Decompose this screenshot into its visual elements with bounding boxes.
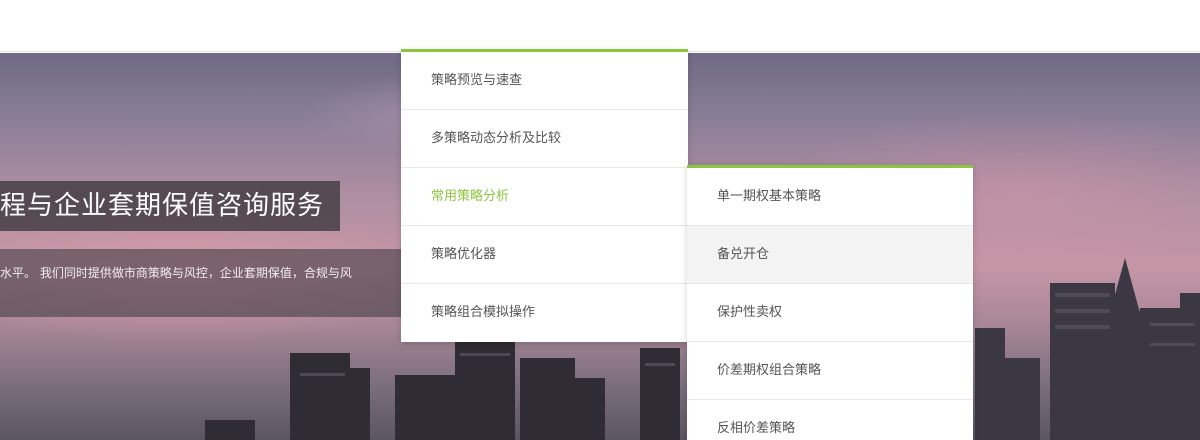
submenu-item-covered-call[interactable]: 备兑开仓 bbox=[687, 226, 973, 284]
menu-item-strategy-optimizer[interactable]: 策略优化器 bbox=[401, 226, 688, 284]
menu-item-common-strategy-analysis[interactable]: 常用策略分析 bbox=[401, 168, 688, 226]
menu-item-portfolio-simulation[interactable]: 策略组合模拟操作 bbox=[401, 284, 688, 342]
strategy-dropdown-menu: 策略预览与速查 多策略动态分析及比较 常用策略分析 策略优化器 策略组合模拟操作 bbox=[401, 49, 688, 342]
common-strategy-submenu: 单一期权基本策略 备兑开仓 保护性卖权 价差期权组合策略 反相价差策略 bbox=[687, 165, 973, 440]
submenu-item-protective-put[interactable]: 保护性卖权 bbox=[687, 284, 973, 342]
hero-title: 程与企业套期保值咨询服务 bbox=[0, 181, 341, 231]
top-nav-bar bbox=[0, 0, 1200, 52]
hero-subtitle: 水平。 我们同时提供做市商策略与风控，企业套期保值，合规与风 bbox=[0, 249, 420, 317]
submenu-item-single-option-basic[interactable]: 单一期权基本策略 bbox=[687, 168, 973, 226]
submenu-item-spread-combination[interactable]: 价差期权组合策略 bbox=[687, 342, 973, 400]
submenu-item-reverse-spread[interactable]: 反相价差策略 bbox=[687, 400, 973, 440]
menu-item-strategy-preview[interactable]: 策略预览与速查 bbox=[401, 52, 688, 110]
menu-item-multi-strategy-analysis[interactable]: 多策略动态分析及比较 bbox=[401, 110, 688, 168]
